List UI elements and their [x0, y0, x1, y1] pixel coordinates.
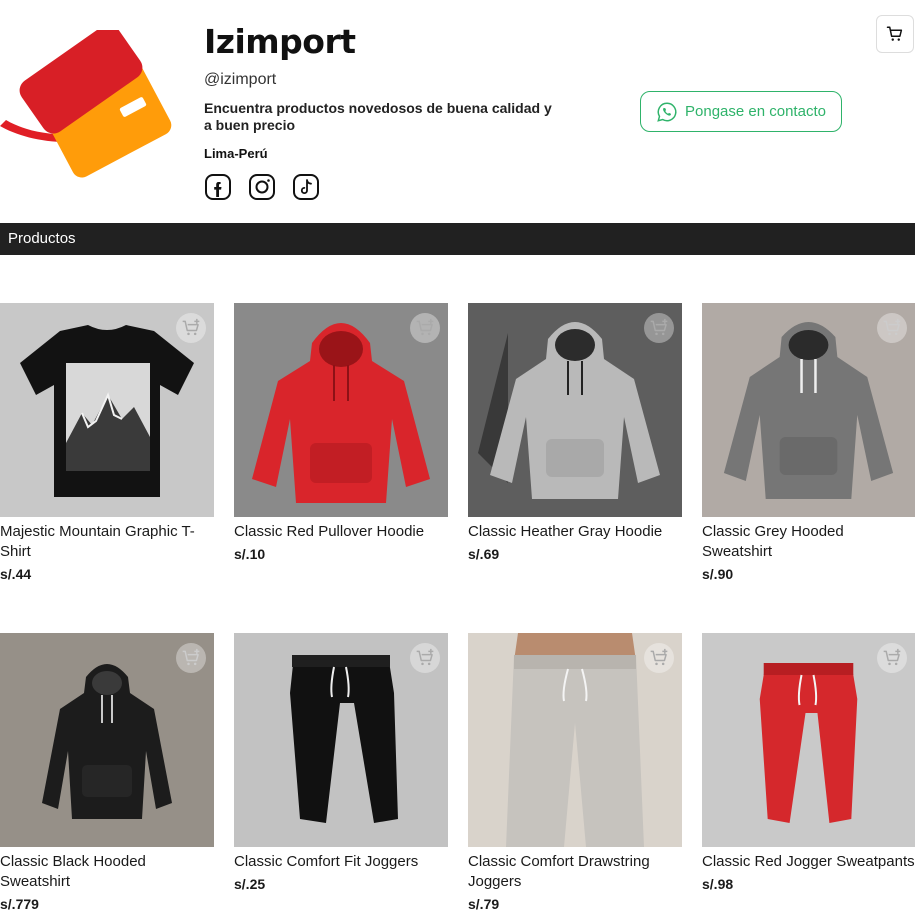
product-image: [468, 303, 682, 517]
add-to-cart-button[interactable]: [410, 313, 440, 343]
add-to-cart-icon: [182, 648, 200, 666]
add-to-cart-icon: [650, 648, 668, 666]
product-name: Classic Comfort Fit Joggers: [234, 853, 419, 870]
product-card[interactable]: Classic Comfort Drawstring Joggers s/.79: [468, 633, 682, 916]
product-card[interactable]: Classic Heather Gray Hoodie s/.69: [468, 303, 682, 607]
add-to-cart-button[interactable]: [176, 643, 206, 673]
product-price: s/.90: [702, 566, 734, 582]
product-card[interactable]: Classic Red Jogger Sweatpants s/.98: [702, 633, 915, 916]
product-image: [234, 303, 448, 517]
store-header: Izimport @izimport Encuentra productos n…: [0, 0, 915, 223]
product-name: Classic Heather Gray Hoodie: [468, 523, 663, 540]
product-price: s/.98: [702, 876, 734, 892]
product-name: Classic Comfort Drawstring Joggers: [468, 853, 650, 890]
product-name: Classic Grey Hooded Sweatshirt: [702, 523, 844, 560]
product-image: [234, 633, 448, 847]
product-price: s/.79: [468, 896, 500, 912]
add-to-cart-icon: [416, 318, 434, 336]
product-name: Majestic Mountain Graphic T-Shirt: [0, 523, 195, 560]
facebook-icon[interactable]: [204, 173, 232, 201]
product-card[interactable]: Classic Red Pullover Hoodie s/.10: [234, 303, 448, 607]
product-card[interactable]: Classic Black Hooded Sweatshirt s/.779: [0, 633, 214, 916]
product-price: s/.10: [234, 546, 266, 562]
product-name: Classic Red Pullover Hoodie: [234, 523, 425, 540]
product-card[interactable]: Classic Comfort Fit Joggers s/.25: [234, 633, 448, 916]
add-to-cart-icon: [650, 318, 668, 336]
shop-name: Izimport: [204, 22, 356, 61]
tiktok-icon[interactable]: [292, 173, 320, 201]
add-to-cart-button[interactable]: [877, 643, 907, 673]
add-to-cart-button[interactable]: [644, 643, 674, 673]
add-to-cart-icon: [416, 648, 434, 666]
shop-location: Lima-Perú: [204, 146, 268, 161]
product-card[interactable]: Classic Grey Hooded Sweatshirt s/.90: [702, 303, 915, 607]
whatsapp-icon: [657, 102, 677, 122]
product-image: [702, 633, 915, 847]
contact-button-label: Pongase en contacto: [685, 103, 826, 120]
add-to-cart-icon: [883, 318, 901, 336]
contact-button[interactable]: Pongase en contacto: [640, 91, 842, 132]
product-price: s/.69: [468, 546, 500, 562]
add-to-cart-icon: [182, 318, 200, 336]
instagram-icon[interactable]: [248, 173, 276, 201]
product-price: s/.779: [0, 896, 39, 912]
product-card[interactable]: Majestic Mountain Graphic T-Shirt s/.44: [0, 303, 214, 607]
product-grid: Majestic Mountain Graphic T-Shirt s/.44 …: [0, 303, 915, 916]
social-links: [204, 173, 564, 201]
shop-tagline: Encuentra productos novedosos de buena c…: [204, 100, 552, 133]
product-image: [702, 303, 915, 517]
product-price: s/.25: [234, 876, 266, 892]
product-image: [0, 303, 214, 517]
add-to-cart-button[interactable]: [176, 313, 206, 343]
product-name: Classic Black Hooded Sweatshirt: [0, 853, 146, 890]
add-to-cart-button[interactable]: [877, 313, 907, 343]
shop-handle: @izimport: [204, 71, 277, 88]
add-to-cart-button[interactable]: [644, 313, 674, 343]
add-to-cart-button[interactable]: [410, 643, 440, 673]
product-price: s/.44: [0, 566, 32, 582]
store-logo: [0, 30, 172, 178]
cart-button[interactable]: [876, 15, 914, 53]
section-title: Productos: [0, 223, 915, 255]
cart-icon: [886, 26, 903, 41]
product-image: [468, 633, 682, 847]
add-to-cart-icon: [883, 648, 901, 666]
brand-info: Izimport @izimport Encuentra productos n…: [204, 20, 564, 201]
product-image: [0, 633, 214, 847]
product-name: Classic Red Jogger Sweatpants: [702, 853, 915, 870]
